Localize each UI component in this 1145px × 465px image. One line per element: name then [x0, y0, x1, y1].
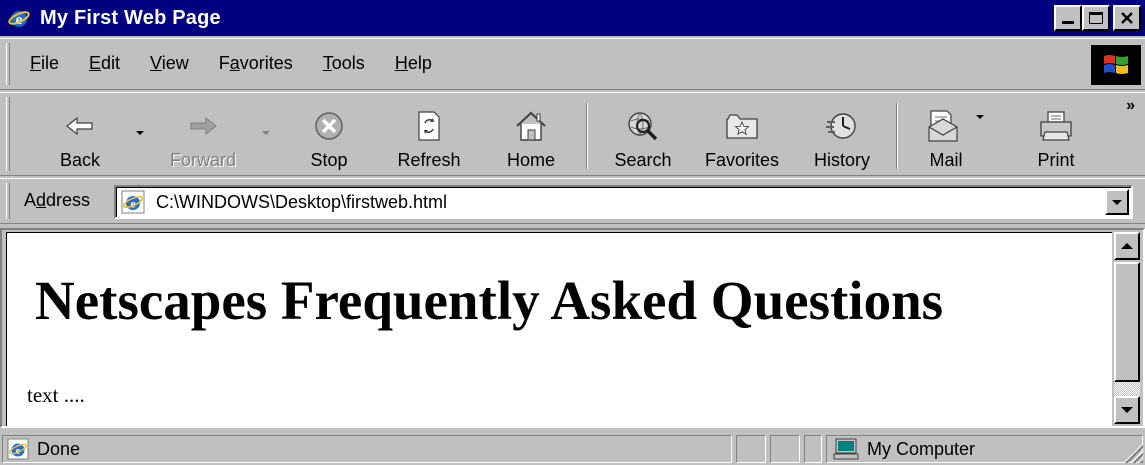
resize-grip[interactable] — [1125, 445, 1143, 463]
maximize-button[interactable] — [1082, 5, 1110, 31]
vertical-scrollbar[interactable] — [1112, 232, 1140, 426]
address-bar: Address e C:\WINDOWS\Desktop\firstweb.ht… — [0, 178, 1145, 224]
security-zone-text: My Computer — [867, 438, 976, 459]
chevron-down-icon — [1121, 407, 1133, 413]
address-input[interactable]: e C:\WINDOWS\Desktop\firstweb.html — [114, 185, 1133, 219]
menu-edit[interactable]: Edit — [89, 51, 120, 76]
page-viewport[interactable]: Netscapes Frequently Asked Questions tex… — [6, 232, 1112, 426]
status-text: Done — [37, 438, 81, 459]
back-button[interactable]: Back — [48, 101, 112, 171]
search-globe-icon — [626, 106, 660, 146]
minimize-button[interactable] — [1054, 5, 1082, 31]
toolbar-more-chevron[interactable]: » — [1126, 97, 1135, 115]
windows-logo-icon — [1091, 45, 1141, 85]
close-button[interactable] — [1113, 5, 1141, 31]
back-dropdown-arrow[interactable] — [136, 131, 144, 135]
chevron-down-icon — [1112, 199, 1122, 205]
menu-help[interactable]: Help — [395, 51, 432, 76]
title-bar[interactable]: e My First Web Page — [0, 0, 1145, 36]
standard-toolbar: Back Forward Stop Refresh Home Search Fa… — [0, 92, 1145, 176]
mail-button[interactable]: Mail — [914, 101, 978, 171]
history-icon — [825, 106, 859, 146]
menu-view[interactable]: View — [150, 51, 189, 76]
scroll-thumb[interactable] — [1114, 262, 1140, 382]
status-bar: e Done My Computer — [0, 432, 1145, 465]
toolbar-separator — [586, 103, 588, 169]
computer-icon — [833, 437, 859, 461]
close-icon — [1121, 12, 1133, 24]
address-bar-grip[interactable] — [6, 183, 10, 219]
forward-dropdown-arrow[interactable] — [262, 131, 270, 135]
printer-icon — [1038, 106, 1074, 146]
chevron-up-icon — [1121, 243, 1133, 249]
forward-button[interactable]: Forward — [160, 101, 246, 171]
menu-bar-grip[interactable] — [6, 43, 10, 85]
menu-tools[interactable]: Tools — [323, 51, 365, 76]
page-heading: Netscapes Frequently Asked Questions — [35, 270, 944, 331]
scroll-up-button[interactable] — [1114, 232, 1140, 260]
browser-window: e My First Web Page File Edit View Favor… — [0, 0, 1145, 465]
page-icon: e — [120, 189, 146, 215]
status-pane: e Done — [2, 435, 732, 463]
menu-file[interactable]: File — [30, 51, 59, 76]
page-body-text: text .... — [27, 383, 85, 407]
toolbar-separator — [896, 103, 898, 169]
address-dropdown-button[interactable] — [1105, 189, 1129, 215]
mail-icon — [927, 106, 965, 146]
print-button[interactable]: Print — [1024, 101, 1088, 171]
menu-bar: File Edit View Favorites Tools Help — [0, 38, 1145, 90]
forward-arrow-icon — [188, 106, 218, 146]
address-label: Address — [24, 190, 91, 210]
home-button[interactable]: Home — [496, 101, 566, 171]
history-button[interactable]: History — [806, 101, 878, 171]
toolbar-grip[interactable] — [6, 97, 10, 171]
status-pane-progress — [736, 435, 766, 463]
menu-favorites[interactable]: Favorites — [219, 51, 293, 76]
maximize-icon — [1089, 12, 1103, 24]
stop-icon — [313, 106, 345, 146]
back-arrow-icon — [65, 106, 95, 146]
ie-logo-icon[interactable]: e — [6, 5, 32, 31]
scroll-down-button[interactable] — [1114, 396, 1140, 424]
page-icon: e — [7, 438, 29, 460]
status-pane-offline — [804, 435, 822, 463]
search-button[interactable]: Search — [604, 101, 682, 171]
home-icon — [514, 106, 548, 146]
scroll-track[interactable] — [1114, 382, 1140, 396]
security-zone-pane: My Computer — [826, 435, 1143, 463]
refresh-button[interactable]: Refresh — [386, 101, 472, 171]
address-value: C:\WINDOWS\Desktop\firstweb.html — [156, 191, 448, 212]
favorites-folder-icon — [724, 106, 760, 146]
refresh-icon — [416, 106, 442, 146]
favorites-button[interactable]: Favorites — [694, 101, 790, 171]
window-title: My First Web Page — [40, 6, 221, 29]
stop-button[interactable]: Stop — [296, 101, 362, 171]
mail-dropdown-arrow[interactable] — [976, 115, 984, 119]
status-pane-secure — [770, 435, 800, 463]
minimize-icon — [1062, 21, 1074, 24]
